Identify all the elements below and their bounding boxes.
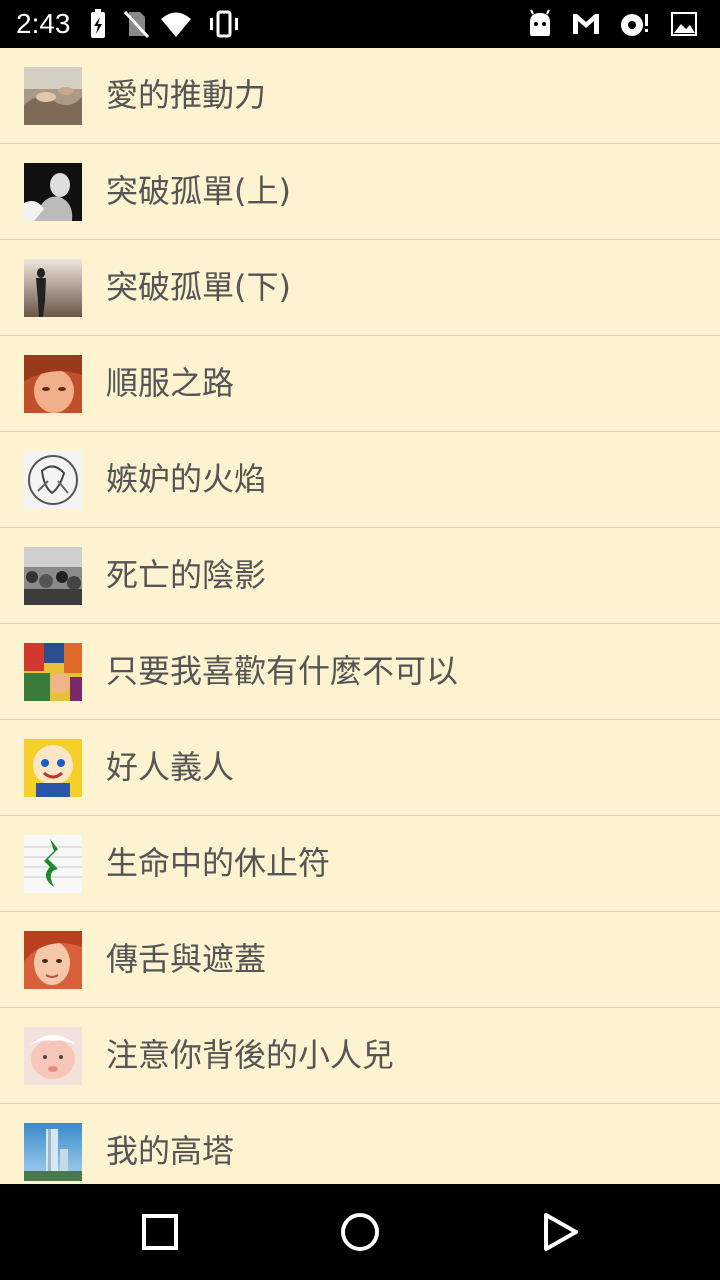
back-button[interactable] [536, 1208, 584, 1256]
list-item[interactable]: 順服之路 [0, 336, 720, 432]
list-item[interactable]: 注意你背後的小人兒 [0, 1008, 720, 1104]
cartoon-thumbnail [24, 739, 82, 797]
list-item[interactable]: 我的高塔 [0, 1104, 720, 1184]
item-title: 愛的推動力 [106, 76, 267, 114]
wifi-icon [160, 8, 192, 40]
item-title: 只要我喜歡有什麼不可以 [106, 652, 459, 690]
vibrate-icon [208, 8, 240, 40]
face-thumbnail [24, 355, 82, 413]
square-icon [142, 1214, 178, 1250]
item-title: 突破孤單(上) [106, 172, 291, 210]
item-title: 好人義人 [106, 748, 235, 786]
item-title: 死亡的陰影 [106, 556, 267, 594]
list-item[interactable]: 只要我喜歡有什麼不可以 [0, 624, 720, 720]
recents-button[interactable] [136, 1208, 184, 1256]
silhouette-thumbnail [24, 259, 82, 317]
sync-alert-icon [618, 8, 650, 40]
item-title: 突破孤單(下) [106, 268, 291, 306]
no-sim-icon [120, 8, 152, 40]
sketch-thumbnail [24, 451, 82, 509]
item-title: 我的高塔 [106, 1132, 235, 1170]
navigation-bar [0, 1184, 720, 1280]
image-icon [668, 8, 700, 40]
sermon-list[interactable]: 愛的推動力 突破孤單(上) 突破孤單(下) 順服之路 嫉妒的火焰 死亡的陰影 只… [0, 48, 720, 1184]
list-item[interactable]: 突破孤單(下) [0, 240, 720, 336]
list-item[interactable]: 死亡的陰影 [0, 528, 720, 624]
home-button[interactable] [336, 1208, 384, 1256]
collage-thumbnail [24, 643, 82, 701]
tower-thumbnail [24, 1123, 82, 1181]
baby-thumbnail [24, 1027, 82, 1085]
list-item[interactable]: 好人義人 [0, 720, 720, 816]
list-item[interactable]: 生命中的休止符 [0, 816, 720, 912]
item-title: 嫉妒的火焰 [106, 460, 267, 498]
circle-icon [341, 1213, 379, 1251]
list-item[interactable]: 嫉妒的火焰 [0, 432, 720, 528]
app-screen: 2:43 愛的推動力 突破孤單(上) 突破孤單(下) 順服之路 嫉妒的火焰 死亡… [0, 0, 720, 1280]
list-item[interactable]: 突破孤單(上) [0, 144, 720, 240]
item-title: 生命中的休止符 [106, 844, 331, 882]
music-rest-thumbnail [24, 835, 82, 893]
item-title: 順服之路 [106, 364, 235, 402]
triangle-icon [544, 1213, 578, 1251]
android-icon [524, 8, 556, 40]
battery-charging-icon [82, 8, 114, 40]
crowd-thumbnail [24, 547, 82, 605]
list-item[interactable]: 傳舌與遮蓋 [0, 912, 720, 1008]
list-item[interactable]: 愛的推動力 [0, 48, 720, 144]
item-title: 注意你背後的小人兒 [106, 1036, 395, 1074]
status-bar: 2:43 [0, 0, 720, 48]
gmail-icon [570, 8, 602, 40]
lonely-person-thumbnail [24, 163, 82, 221]
item-title: 傳舌與遮蓋 [106, 940, 267, 978]
girl-thumbnail [24, 931, 82, 989]
status-time: 2:43 [16, 8, 71, 39]
fresco-thumbnail [24, 67, 82, 125]
